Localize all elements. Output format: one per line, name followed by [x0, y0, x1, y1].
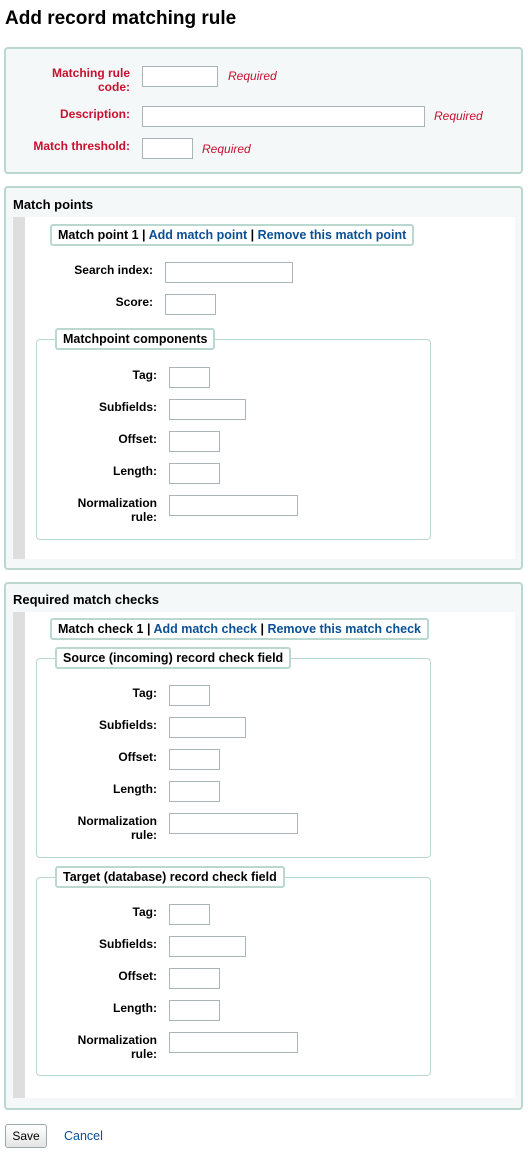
mp-length-input[interactable]	[169, 463, 220, 484]
score-input[interactable]	[165, 294, 216, 315]
tgt-subfields-input[interactable]	[169, 936, 246, 957]
cancel-link[interactable]: Cancel	[64, 1129, 103, 1143]
search-index-input[interactable]	[165, 262, 293, 283]
mp-subfields-input[interactable]	[169, 399, 246, 420]
save-button[interactable]: Save	[5, 1124, 47, 1148]
source-check-legend: Source (incoming) record check field	[55, 647, 292, 669]
mp-tag-label: Tag:	[132, 368, 157, 382]
score-label: Score:	[115, 295, 153, 309]
mp-tag-input[interactable]	[169, 367, 210, 388]
src-length-label: Length:	[113, 782, 157, 796]
src-offset-input[interactable]	[169, 749, 220, 770]
description-label: Description:	[59, 107, 130, 121]
description-required: Required	[434, 109, 483, 123]
add-match-check-link[interactable]: Add match check	[153, 622, 257, 636]
match-threshold-label: Match threshold:	[33, 139, 130, 153]
separator: |	[146, 622, 151, 636]
src-offset-label: Offset:	[118, 750, 157, 764]
remove-match-point-link[interactable]: Remove this match point	[258, 228, 407, 242]
match-threshold-required: Required	[202, 142, 251, 156]
matching-rule-code-required: Required	[228, 69, 277, 83]
separator: |	[142, 228, 146, 242]
mp-length-label: Length:	[113, 464, 157, 478]
src-tag-label: Tag:	[132, 686, 157, 700]
src-length-input[interactable]	[169, 781, 220, 802]
src-normalization-label: Normalization rule:	[77, 814, 157, 842]
matching-rule-code-input[interactable]	[142, 66, 218, 87]
src-subfields-label: Subfields:	[98, 718, 157, 732]
add-match-point-link[interactable]: Add match point	[149, 228, 248, 242]
match-threshold-input[interactable]	[142, 138, 193, 159]
match-points-title: Match points	[13, 197, 94, 212]
page-title: Add record matching rule	[5, 8, 237, 29]
tgt-tag-label: Tag:	[132, 905, 157, 919]
separator: |	[260, 622, 264, 636]
matchpoint-components-legend: Matchpoint components	[55, 328, 216, 350]
src-normalization-input[interactable]	[169, 813, 298, 834]
match-check-1-title: Match check 1	[58, 622, 144, 636]
mp-normalization-input[interactable]	[169, 495, 298, 516]
search-index-label: Search index:	[74, 263, 153, 277]
tgt-offset-input[interactable]	[169, 968, 220, 989]
src-subfields-input[interactable]	[169, 717, 246, 738]
match-checks-title: Required match checks	[13, 592, 159, 607]
tgt-subfields-label: Subfields:	[98, 937, 157, 951]
mp-offset-label: Offset:	[118, 432, 157, 446]
mp-normalization-label: Normalization rule:	[77, 496, 157, 524]
tgt-length-label: Length:	[113, 1001, 157, 1015]
mp-offset-input[interactable]	[169, 431, 220, 452]
tgt-offset-label: Offset:	[118, 969, 157, 983]
matching-rule-code-label: Matching rule code:	[51, 66, 130, 94]
description-input[interactable]	[142, 106, 425, 127]
match-point-1-title: Match point 1	[58, 228, 139, 242]
tgt-normalization-label: Normalization rule:	[77, 1033, 157, 1061]
remove-match-check-link[interactable]: Remove this match check	[267, 622, 421, 636]
mp-subfields-label: Subfields:	[98, 400, 157, 414]
src-tag-input[interactable]	[169, 685, 210, 706]
target-check-legend: Target (database) record check field	[55, 866, 285, 888]
match-point-1-legend: Match point 1 | Add match point | Remove…	[50, 224, 415, 246]
separator: |	[250, 228, 255, 242]
match-check-1-legend: Match check 1 | Add match check | Remove…	[50, 618, 429, 640]
tgt-tag-input[interactable]	[169, 904, 210, 925]
tgt-normalization-input[interactable]	[169, 1032, 298, 1053]
tgt-length-input[interactable]	[169, 1000, 220, 1021]
